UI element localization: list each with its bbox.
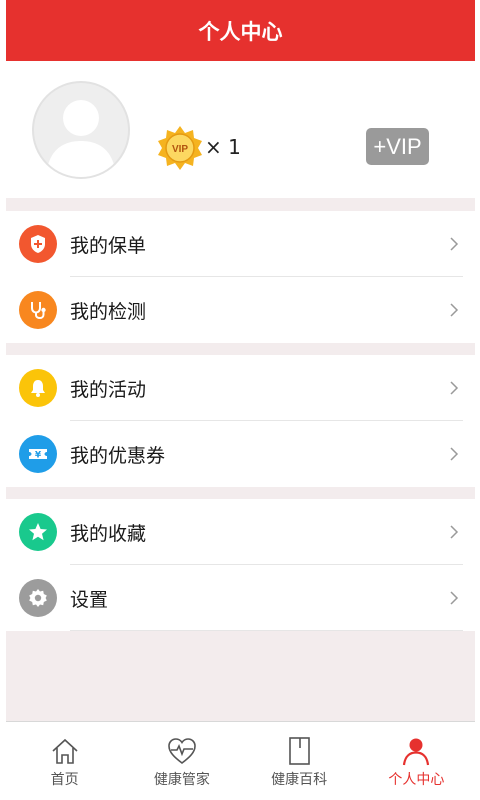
chevron-right-icon	[450, 237, 459, 251]
menu-item-favorites[interactable]: 我的收藏	[6, 499, 475, 565]
add-vip-button[interactable]: +VIP	[366, 128, 429, 165]
tab-label: 健康百科	[271, 772, 328, 788]
yuan-ticket-icon: ¥	[19, 435, 57, 473]
vip-badge-text: VIP	[172, 144, 188, 155]
svg-text:¥: ¥	[35, 451, 42, 461]
divider	[70, 630, 463, 631]
person-icon	[403, 738, 430, 766]
menu-item-policy[interactable]: 我的保单	[6, 211, 475, 277]
menu-group-1: 我的保单 我的检测	[6, 211, 475, 343]
book-icon	[289, 737, 310, 765]
menu-item-label: 我的检测	[70, 300, 147, 323]
vip-badge-icon: VIP	[158, 126, 202, 170]
stethoscope-icon	[19, 291, 57, 329]
menu-group-2: 我的活动 ¥ 我的优惠券	[6, 355, 475, 487]
bottom-tab-bar: 首页 健康管家 健康百科 个人中心	[6, 721, 475, 800]
vip-count: × 1	[205, 135, 241, 159]
menu-item-settings[interactable]: 设置	[6, 565, 475, 631]
menu-item-activity[interactable]: 我的活动	[6, 355, 475, 421]
chevron-right-icon	[450, 525, 459, 539]
chevron-right-icon	[450, 381, 459, 395]
chevron-right-icon	[450, 591, 459, 605]
default-avatar-icon	[46, 100, 116, 177]
menu-item-label: 我的活动	[70, 378, 147, 401]
shield-plus-icon	[19, 225, 57, 263]
gear-icon	[19, 579, 57, 617]
home-icon	[52, 738, 78, 764]
tab-health-manager[interactable]: 健康管家	[123, 722, 240, 800]
chevron-right-icon	[450, 447, 459, 461]
tab-label: 健康管家	[153, 772, 210, 788]
menu-group-3: 我的收藏 设置	[6, 499, 475, 631]
chevron-right-icon	[450, 303, 459, 317]
tab-label: 个人中心	[388, 772, 445, 788]
page-title: 个人中心	[198, 19, 283, 44]
avatar[interactable]	[32, 81, 130, 179]
tab-label: 首页	[50, 772, 79, 788]
star-icon	[19, 513, 57, 551]
tab-health-encyclopedia[interactable]: 健康百科	[241, 722, 358, 800]
tab-home[interactable]: 首页	[6, 722, 123, 800]
heart-pulse-icon	[168, 738, 196, 765]
profile-section: VIP × 1 +VIP	[6, 61, 475, 198]
menu-item-label: 设置	[70, 588, 109, 611]
menu-item-label: 我的保单	[70, 234, 147, 257]
menu-item-checkup[interactable]: 我的检测	[6, 277, 475, 343]
menu-item-label: 我的优惠券	[70, 444, 166, 467]
tab-personal-center[interactable]: 个人中心	[358, 722, 475, 800]
menu-item-coupon[interactable]: ¥ 我的优惠券	[6, 421, 475, 487]
menu-item-label: 我的收藏	[70, 522, 147, 545]
app-frame: 个人中心 VIP × 1 +VIP 我的保单 我的检测 我的活动 ¥ 我的优惠券…	[6, 0, 475, 800]
bell-icon	[19, 369, 57, 407]
page-title-bar: 个人中心	[6, 0, 475, 61]
